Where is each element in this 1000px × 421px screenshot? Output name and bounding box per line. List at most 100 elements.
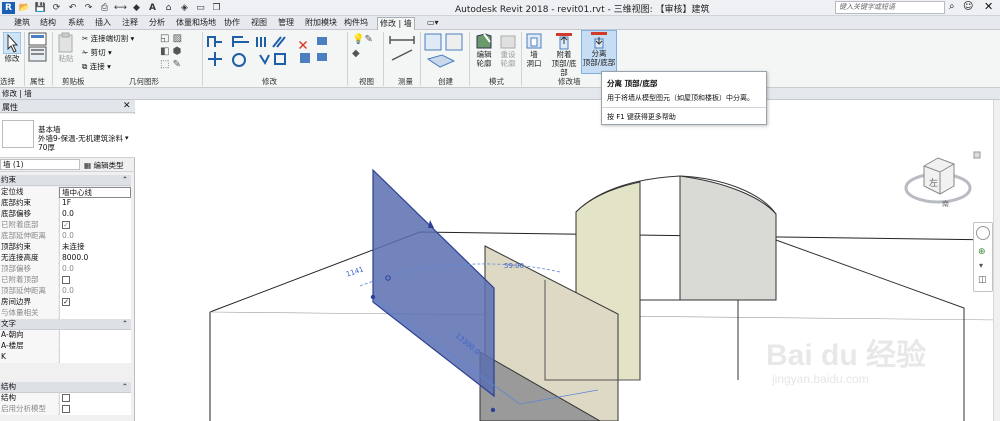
create-group-label: 创建 (438, 77, 453, 86)
tab-systems[interactable]: 系统 (66, 17, 86, 30)
hide-icon[interactable]: 💡 (352, 34, 364, 45)
viewport-scrollbar[interactable] (993, 100, 1000, 421)
prop-row[interactable]: 房间边界 ✓ (0, 297, 131, 308)
prop-value[interactable] (59, 330, 131, 341)
tag-icon[interactable]: ◆ (130, 2, 143, 14)
paint-brush-icon[interactable]: ✎ (173, 59, 181, 70)
select-group-label[interactable]: 选择 (0, 76, 15, 87)
tab-manage[interactable]: 管理 (276, 17, 296, 30)
search-icon[interactable]: ⌕ (949, 1, 955, 12)
section-icon[interactable]: ◈ (178, 2, 191, 14)
reset-profile-label-2: 轮廓 (500, 59, 516, 68)
type-dropdown-icon[interactable]: ▾ (125, 134, 129, 142)
redo-icon[interactable]: ↷ (82, 2, 95, 14)
tab-analyze[interactable]: 分析 (147, 17, 167, 30)
properties-close-icon[interactable]: ✕ (123, 101, 131, 111)
tab-component[interactable]: 构件坞 (342, 17, 370, 30)
tab-view[interactable]: 视图 (249, 17, 269, 30)
measure-icon[interactable] (388, 34, 418, 66)
paste-button[interactable]: 粘贴 (55, 32, 77, 63)
section-constraints[interactable]: 约束 ⌃ (0, 175, 131, 186)
prop-row[interactable]: A-朝向 (0, 330, 131, 341)
measure-icon[interactable]: ⟷ (114, 2, 127, 14)
edit-profile-button[interactable]: 编辑 轮廓 (473, 32, 495, 68)
tab-annotate[interactable]: 注释 (120, 17, 140, 30)
prop-value[interactable]: ✓ (59, 297, 131, 308)
view-cube[interactable]: 左 南 (902, 150, 982, 212)
prop-row: 启用分析模型 (0, 404, 131, 415)
prop-row[interactable]: 顶部约束 未连接 (0, 242, 131, 253)
prop-row[interactable]: 底部约束 1F (0, 198, 131, 209)
join-button[interactable]: ⧉ 连接 ▾ (82, 60, 134, 74)
cut-button[interactable]: ✁ 剪切 ▾ (82, 46, 134, 60)
prop-value[interactable] (59, 393, 131, 404)
checkbox[interactable]: ✓ (62, 298, 70, 306)
prop-key: 结构 (0, 393, 58, 404)
tab-architecture[interactable]: 建筑 (12, 17, 32, 30)
prop-value[interactable]: 墙中心线 (59, 187, 131, 198)
attach-top-base-button[interactable]: 附着 顶部/底部 (548, 32, 580, 77)
revit-logo-icon[interactable]: R (2, 2, 15, 14)
properties-button[interactable] (26, 32, 50, 62)
search-input[interactable]: 键入关键字或短语 (835, 1, 945, 14)
tab-insert[interactable]: 插入 (93, 17, 113, 30)
3d-viewport[interactable]: 59.00 13300.0 1141 Bai du 经验 jingyan.bai… (136, 100, 1000, 421)
detach-top-base-button[interactable]: 分离 顶部/底部 (581, 30, 617, 74)
section-text[interactable]: 文字 ⌃ (0, 319, 131, 330)
prop-value[interactable] (59, 341, 131, 352)
instance-filter[interactable]: 墙 (1) (0, 159, 80, 170)
dimension-1[interactable]: 59.00 (504, 262, 524, 270)
print-icon[interactable]: ⎙ (98, 2, 111, 14)
tab-extra-toggle[interactable]: ▭▾ (425, 17, 441, 30)
tab-modify-wall[interactable]: 修改 | 墙 (377, 17, 415, 30)
open-icon[interactable]: 📂 (18, 2, 31, 14)
tab-addins[interactable]: 附加模块 (303, 17, 339, 30)
edit-type-button[interactable]: ▦ 编辑类型 (84, 160, 123, 171)
close-icon[interactable]: ✕ (984, 0, 993, 13)
prop-row[interactable]: 底部偏移 0.0 (0, 209, 131, 220)
steering-wheel-icon[interactable] (976, 226, 990, 240)
zoom-dropdown-icon[interactable]: ▾ (979, 261, 983, 270)
checkbox[interactable] (62, 394, 70, 402)
prop-row[interactable]: 无连接高度 8000.0 (0, 253, 131, 264)
prop-value[interactable]: 未连接 (59, 242, 131, 253)
split-face-icon[interactable]: ◧ (160, 46, 169, 57)
orbit-icon[interactable]: ◫ (978, 275, 987, 285)
override-icon[interactable]: ✎ (364, 34, 372, 45)
3d-view-icon[interactable]: ⌂ (162, 2, 175, 14)
section-structure[interactable]: 结构 ⌃ (0, 382, 131, 393)
create-tools-icon[interactable] (424, 33, 466, 73)
prop-value[interactable] (59, 352, 131, 363)
wall-join-icon[interactable]: ◱ (160, 33, 169, 44)
text-icon[interactable]: A (146, 2, 159, 14)
instance-filter-row: 墙 (1) ▦ 编辑类型 (0, 158, 135, 172)
paint-icon[interactable]: ▨ (173, 33, 182, 44)
type-selector[interactable]: 基本墙 外墙9-保温-无机建筑涂料 70厚 ▾ (0, 114, 135, 158)
properties-icon (28, 32, 47, 62)
tab-structure[interactable]: 结构 (38, 17, 58, 30)
prop-row[interactable]: 结构 (0, 393, 131, 404)
prop-value[interactable]: 8000.0 (59, 253, 131, 264)
prop-row[interactable]: A-楼层 (0, 341, 131, 352)
zoom-icon[interactable]: ⊕ (978, 247, 986, 257)
prop-row[interactable]: 定位线 墙中心线 (0, 187, 131, 198)
undo-icon[interactable]: ↶ (66, 2, 79, 14)
pick-icon[interactable]: ⬚ (160, 59, 169, 70)
modify-button[interactable]: 修改 (1, 32, 23, 63)
tab-collaborate[interactable]: 协作 (222, 17, 242, 30)
tab-massing-site[interactable]: 体量和场地 (174, 17, 218, 30)
prop-value[interactable]: 0.0 (59, 209, 131, 220)
sync-icon[interactable]: ⟳ (50, 2, 63, 14)
close-hidden-icon[interactable]: ▭ (194, 2, 207, 14)
prop-row[interactable]: K (0, 352, 131, 363)
user-icon[interactable]: ☺ (963, 1, 973, 12)
demolish-icon[interactable]: ⬢ (173, 46, 182, 57)
switch-windows-icon[interactable]: ❐ (210, 2, 223, 14)
modify-tools-icons[interactable] (205, 33, 345, 75)
wall-opening-button[interactable]: 墙 洞口 (523, 32, 545, 68)
prop-value[interactable]: 1F (59, 198, 131, 209)
reset-profile-button[interactable]: 重设 轮廓 (497, 32, 519, 68)
join-cut-button[interactable]: ✂ 连接端切割 ▾ (82, 32, 134, 46)
linework-icon[interactable]: ◆ (352, 48, 360, 59)
save-icon[interactable]: 💾 (34, 2, 47, 14)
